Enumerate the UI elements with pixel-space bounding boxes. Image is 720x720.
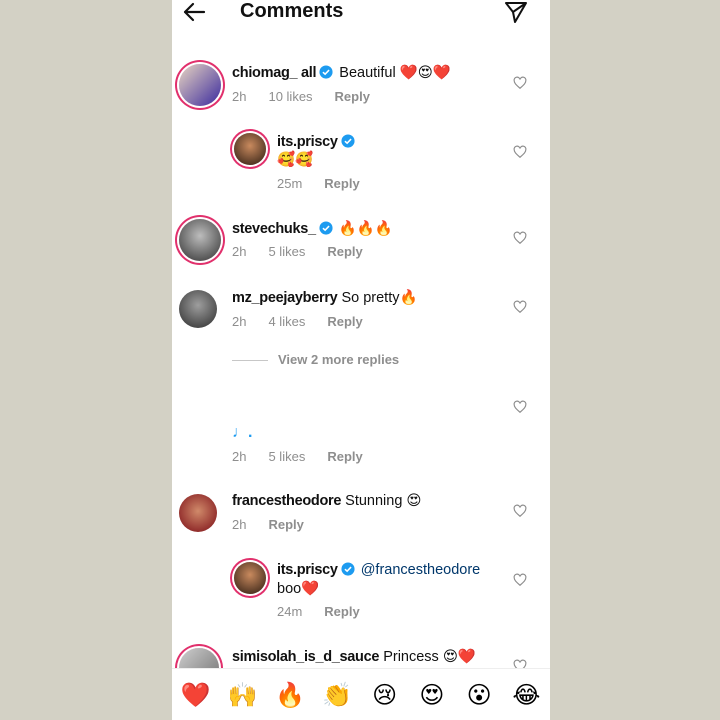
comment-text: So pretty🔥	[341, 290, 418, 306]
comment-time: 2h	[232, 449, 247, 464]
comment-text: Beautiful ❤️😍❤️	[339, 65, 451, 81]
avatar[interactable]	[179, 290, 217, 328]
emoji-surprised-button[interactable]: 😮	[459, 681, 499, 710]
view-replies-label: View 2 more replies	[278, 352, 400, 367]
likes-count[interactable]: 5 likes	[268, 244, 305, 259]
comment-username[interactable]: its.priscy	[277, 134, 338, 150]
comment-username[interactable]: simisolah_is_d_sauce	[232, 649, 379, 665]
comment-username[interactable]: francestheodore	[232, 493, 341, 509]
avatar[interactable]	[234, 562, 266, 594]
emoji-heart-eyes-button[interactable]: 😍	[412, 681, 452, 710]
emoji-clap-button[interactable]: 👏	[317, 681, 357, 710]
like-heart-icon[interactable]	[513, 573, 527, 587]
like-heart-icon[interactable]	[513, 231, 527, 245]
verified-badge-icon	[319, 65, 333, 79]
view-more-replies-link[interactable]: View 2 more replies	[232, 352, 399, 367]
comment-time: 2h	[232, 517, 247, 532]
comment-time: 24m	[277, 604, 303, 619]
reply-button[interactable]: Reply	[324, 604, 359, 619]
comments-screen: Comments chiomag_ all Beautiful ❤️😍❤️ 2h…	[172, 0, 550, 720]
comment-text: Stunning 😍	[345, 493, 422, 509]
verified-badge-icon	[319, 221, 333, 235]
header-bar: Comments	[172, 0, 550, 30]
mention-link[interactable]: @francestheodore	[361, 562, 481, 578]
likes-count[interactable]: 4 likes	[268, 314, 305, 329]
comment-time: 2h	[232, 89, 247, 104]
like-heart-icon[interactable]	[513, 504, 527, 518]
comment-username[interactable]: its.priscy	[277, 562, 338, 578]
replies-divider	[232, 360, 268, 362]
comment-text: boo❤️	[277, 581, 320, 597]
verified-badge-icon	[341, 134, 355, 148]
avatar[interactable]	[179, 494, 217, 532]
reply-button[interactable]: Reply	[327, 449, 362, 464]
reply-button[interactable]: Reply	[327, 244, 362, 259]
verified-badge-icon	[341, 562, 355, 576]
emoji-crying-button[interactable]: 😢	[365, 681, 405, 710]
comment-text: ♩.	[232, 424, 253, 441]
page-title: Comments	[240, 0, 344, 22]
emoji-quick-bar: ❤️ 🙌 🔥 👏 😢 😍 😮 😂	[172, 668, 550, 720]
avatar[interactable]	[179, 64, 221, 106]
comment-text: 🥰🥰	[277, 152, 314, 168]
comment-text: 🔥🔥🔥	[338, 221, 393, 237]
comment-time: 2h	[232, 244, 247, 259]
emoji-raising-hands-button[interactable]: 🙌	[223, 681, 263, 710]
likes-count[interactable]: 5 likes	[268, 449, 305, 464]
reply-button[interactable]: Reply	[327, 314, 362, 329]
comment-time: 2h	[232, 314, 247, 329]
comment-time: 25m	[277, 176, 303, 191]
emoji-laughing-button[interactable]: 😂	[506, 681, 546, 710]
comment-username[interactable]: chiomag_ all	[232, 65, 317, 81]
avatar[interactable]	[234, 133, 266, 165]
like-heart-icon[interactable]	[513, 76, 527, 90]
comment-username[interactable]: stevechuks_	[232, 221, 316, 237]
reply-button[interactable]: Reply	[268, 517, 303, 532]
likes-count[interactable]: 10 likes	[268, 89, 312, 104]
like-heart-icon[interactable]	[513, 400, 527, 414]
back-arrow-icon[interactable]	[180, 0, 208, 26]
comment-text: Princess 😍❤️	[383, 649, 476, 665]
comment-username[interactable]: mz_peejayberry	[232, 290, 338, 306]
emoji-heart-button[interactable]: ❤️	[176, 681, 216, 710]
like-heart-icon[interactable]	[513, 145, 527, 159]
like-heart-icon[interactable]	[513, 300, 527, 314]
emoji-fire-button[interactable]: 🔥	[270, 681, 310, 710]
reply-button[interactable]: Reply	[324, 176, 359, 191]
send-icon[interactable]	[504, 0, 528, 24]
reply-button[interactable]: Reply	[335, 89, 370, 104]
avatar[interactable]	[179, 219, 221, 261]
